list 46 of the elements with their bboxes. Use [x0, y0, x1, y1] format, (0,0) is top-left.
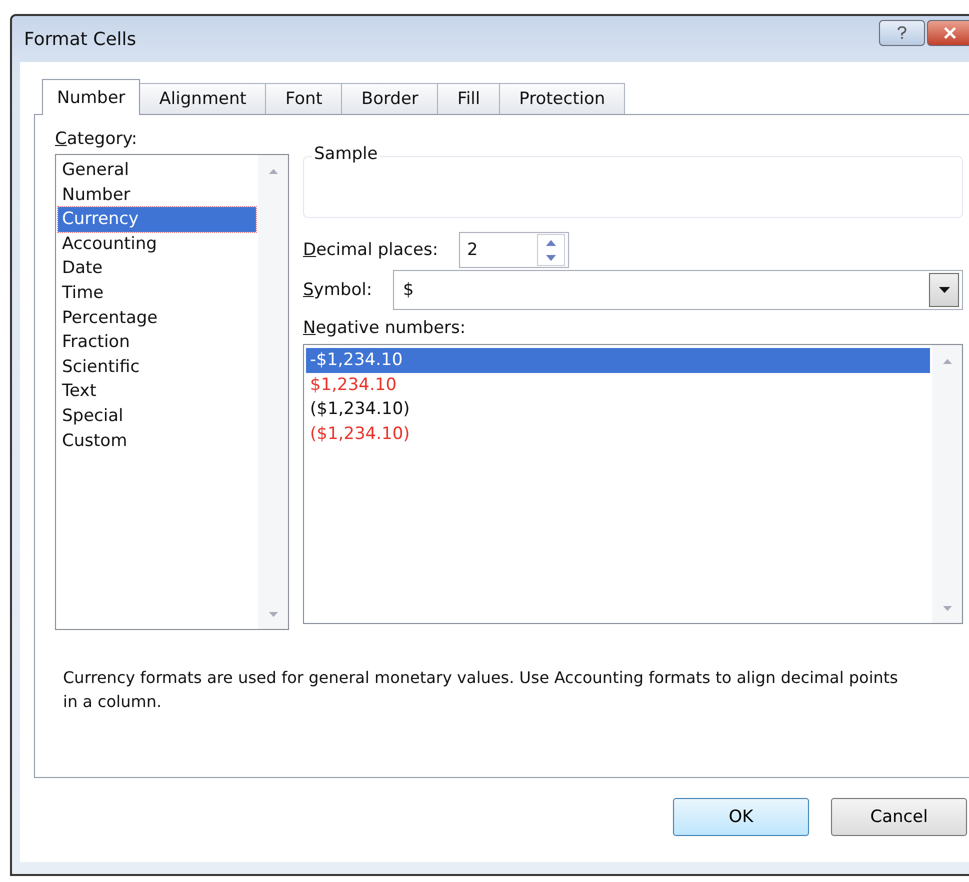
category-label: Category:: [55, 129, 138, 149]
scroll-up-icon: [268, 169, 278, 174]
symbol-dropdown[interactable]: $: [393, 270, 963, 310]
tab[interactable]: Fill: [437, 83, 500, 114]
category-item[interactable]: Date: [58, 256, 256, 281]
scroll-down-icon: [268, 612, 278, 617]
category-item[interactable]: Currency: [58, 207, 256, 232]
category-item[interactable]: Custom: [58, 428, 256, 454]
tab[interactable]: Font: [265, 83, 342, 114]
category-item[interactable]: Time: [58, 280, 256, 306]
close-button[interactable]: [927, 20, 969, 46]
scroll-up-icon: [942, 359, 952, 364]
tab[interactable]: Protection: [499, 83, 626, 114]
help-icon: [896, 26, 908, 40]
window-title: Format Cells: [24, 28, 136, 50]
negative-number-format[interactable]: ($1,234.10): [306, 397, 930, 422]
scroll-down-icon: [942, 606, 952, 611]
negative-numbers-label: Negative numbers:: [303, 318, 467, 338]
spin-down-icon[interactable]: [546, 254, 556, 260]
ok-button[interactable]: OK: [673, 798, 809, 836]
help-button[interactable]: [879, 20, 925, 46]
close-icon: [943, 27, 957, 39]
tab[interactable]: Alignment: [139, 83, 266, 114]
category-item[interactable]: Special: [58, 404, 256, 429]
scrollbar[interactable]: [932, 345, 962, 623]
tab[interactable]: Number: [42, 79, 140, 115]
category-item[interactable]: Percentage: [58, 306, 256, 330]
negative-number-format[interactable]: ($1,234.10): [306, 422, 930, 446]
scrollbar[interactable]: [258, 155, 288, 629]
sample-label: Sample: [312, 144, 380, 164]
spin-up-icon[interactable]: [546, 240, 556, 246]
category-item[interactable]: Text: [58, 379, 256, 404]
decimal-places-spinner[interactable]: 2: [459, 232, 569, 268]
cancel-button[interactable]: Cancel: [831, 798, 967, 836]
symbol-label: Symbol:: [303, 280, 374, 300]
category-item[interactable]: Fraction: [58, 330, 256, 355]
category-item[interactable]: Scientific: [58, 354, 256, 380]
tab[interactable]: Border: [341, 83, 438, 114]
negative-number-format[interactable]: -$1,234.10: [306, 348, 930, 372]
category-item[interactable]: Number: [58, 182, 256, 208]
dropdown-caret-icon: [938, 287, 950, 293]
category-item[interactable]: Accounting: [58, 232, 256, 256]
decimal-places-label: Decimal places:: [303, 240, 440, 260]
negative-number-format[interactable]: $1,234.10: [306, 372, 930, 397]
category-item[interactable]: General: [58, 158, 256, 183]
description-text: Currency formats are used for general monetary values. Use Accounting formats to align decimal points in a column.: [63, 667, 900, 713]
